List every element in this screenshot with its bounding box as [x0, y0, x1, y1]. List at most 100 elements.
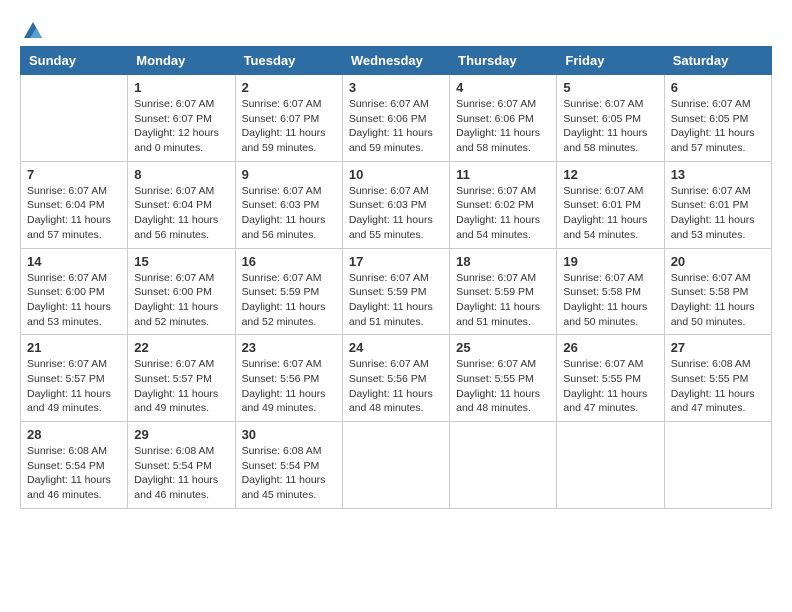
calendar-week-row: 28 Sunrise: 6:08 AMSunset: 5:54 PMDayligh…: [21, 422, 772, 509]
cell-info-text: Sunrise: 6:07 AMSunset: 6:04 PMDaylight:…: [27, 184, 121, 243]
calendar-cell: [450, 422, 557, 509]
weekday-header: Monday: [128, 47, 235, 75]
page-header: [20, 20, 772, 36]
cell-date-number: 19: [563, 254, 657, 269]
calendar-cell: 14 Sunrise: 6:07 AMSunset: 6:00 PMDayligh…: [21, 248, 128, 335]
calendar-cell: 13Sunrise: 6:07 AMSunset: 6:01 PMDayligh…: [664, 161, 771, 248]
cell-date-number: 21: [27, 340, 121, 355]
cell-info-text: Sunrise: 6:07 AMSunset: 6:05 PMDaylight:…: [671, 97, 765, 156]
cell-info-text: Sunrise: 6:07 AMSunset: 6:04 PMDaylight:…: [134, 184, 228, 243]
calendar-cell: 2Sunrise: 6:07 AMSunset: 6:07 PMDaylight…: [235, 75, 342, 162]
cell-date-number: 4: [456, 80, 550, 95]
cell-date-number: 17: [349, 254, 443, 269]
calendar-week-row: 21 Sunrise: 6:07 AMSunset: 5:57 PMDayligh…: [21, 335, 772, 422]
cell-date-number: 9: [242, 167, 336, 182]
cell-info-text: Sunrise: 6:07 AMSunset: 6:00 PMDaylight:…: [27, 271, 121, 330]
calendar-cell: 8 Sunrise: 6:07 AMSunset: 6:04 PMDaylight…: [128, 161, 235, 248]
cell-date-number: 29: [134, 427, 228, 442]
cell-date-number: 26: [563, 340, 657, 355]
weekday-header: Friday: [557, 47, 664, 75]
calendar-cell: 28 Sunrise: 6:08 AMSunset: 5:54 PMDayligh…: [21, 422, 128, 509]
calendar-week-row: 7 Sunrise: 6:07 AMSunset: 6:04 PMDaylight…: [21, 161, 772, 248]
cell-date-number: 23: [242, 340, 336, 355]
cell-date-number: 18: [456, 254, 550, 269]
cell-info-text: Sunrise: 6:07 AMSunset: 5:58 PMDaylight:…: [563, 271, 657, 330]
calendar-cell: 9 Sunrise: 6:07 AMSunset: 6:03 PMDaylight…: [235, 161, 342, 248]
cell-date-number: 11: [456, 167, 550, 182]
calendar-cell: 20 Sunrise: 6:07 AMSunset: 5:58 PMDayligh…: [664, 248, 771, 335]
cell-info-text: Sunrise: 6:07 AMSunset: 5:56 PMDaylight:…: [242, 357, 336, 416]
calendar-cell: 3Sunrise: 6:07 AMSunset: 6:06 PMDaylight…: [342, 75, 449, 162]
cell-date-number: 2: [242, 80, 336, 95]
cell-date-number: 1: [134, 80, 228, 95]
weekday-header: Sunday: [21, 47, 128, 75]
calendar-cell: 29 Sunrise: 6:08 AMSunset: 5:54 PMDayligh…: [128, 422, 235, 509]
calendar-cell: 27Sunrise: 6:08 AMSunset: 5:55 PMDayligh…: [664, 335, 771, 422]
cell-info-text: Sunrise: 6:07 AMSunset: 6:03 PMDaylight:…: [242, 184, 336, 243]
calendar-cell: [557, 422, 664, 509]
cell-info-text: Sunrise: 6:07 AMSunset: 6:00 PMDaylight:…: [134, 271, 228, 330]
cell-info-text: Sunrise: 6:07 AMSunset: 5:59 PMDaylight:…: [349, 271, 443, 330]
cell-info-text: Sunrise: 6:08 AMSunset: 5:54 PMDaylight:…: [27, 444, 121, 503]
weekday-header: Thursday: [450, 47, 557, 75]
cell-info-text: Sunrise: 6:07 AMSunset: 5:58 PMDaylight:…: [671, 271, 765, 330]
cell-date-number: 10: [349, 167, 443, 182]
weekday-header: Tuesday: [235, 47, 342, 75]
calendar-cell: 7 Sunrise: 6:07 AMSunset: 6:04 PMDaylight…: [21, 161, 128, 248]
cell-date-number: 25: [456, 340, 550, 355]
cell-date-number: 28: [27, 427, 121, 442]
calendar-week-row: 1 Sunrise: 6:07 AMSunset: 6:07 PMDaylight…: [21, 75, 772, 162]
cell-info-text: Sunrise: 6:07 AMSunset: 6:01 PMDaylight:…: [671, 184, 765, 243]
calendar-cell: 12Sunrise: 6:07 AMSunset: 6:01 PMDayligh…: [557, 161, 664, 248]
calendar-cell: 5 Sunrise: 6:07 AMSunset: 6:05 PMDaylight…: [557, 75, 664, 162]
cell-date-number: 22: [134, 340, 228, 355]
calendar-cell: 6 Sunrise: 6:07 AMSunset: 6:05 PMDaylight…: [664, 75, 771, 162]
calendar-cell: 25 Sunrise: 6:07 AMSunset: 5:55 PMDayligh…: [450, 335, 557, 422]
calendar-cell: [21, 75, 128, 162]
calendar-header-row: SundayMondayTuesdayWednesdayThursdayFrid…: [21, 47, 772, 75]
calendar-cell: 30 Sunrise: 6:08 AMSunset: 5:54 PMDayligh…: [235, 422, 342, 509]
calendar-cell: 15 Sunrise: 6:07 AMSunset: 6:00 PMDayligh…: [128, 248, 235, 335]
cell-date-number: 3: [349, 80, 443, 95]
cell-date-number: 7: [27, 167, 121, 182]
calendar-cell: 10 Sunrise: 6:07 AMSunset: 6:03 PMDayligh…: [342, 161, 449, 248]
calendar-cell: [664, 422, 771, 509]
cell-date-number: 6: [671, 80, 765, 95]
cell-info-text: Sunrise: 6:08 AMSunset: 5:54 PMDaylight:…: [134, 444, 228, 503]
cell-info-text: Sunrise: 6:07 AMSunset: 5:57 PMDaylight:…: [27, 357, 121, 416]
cell-date-number: 8: [134, 167, 228, 182]
cell-date-number: 5: [563, 80, 657, 95]
calendar-cell: [342, 422, 449, 509]
calendar-cell: 17 Sunrise: 6:07 AMSunset: 5:59 PMDayligh…: [342, 248, 449, 335]
calendar-cell: 23 Sunrise: 6:07 AMSunset: 5:56 PMDayligh…: [235, 335, 342, 422]
cell-date-number: 15: [134, 254, 228, 269]
cell-info-text: Sunrise: 6:07 AMSunset: 5:59 PMDaylight:…: [456, 271, 550, 330]
calendar-cell: 1 Sunrise: 6:07 AMSunset: 6:07 PMDaylight…: [128, 75, 235, 162]
calendar-cell: 11 Sunrise: 6:07 AMSunset: 6:02 PMDayligh…: [450, 161, 557, 248]
cell-info-text: Sunrise: 6:07 AMSunset: 6:02 PMDaylight:…: [456, 184, 550, 243]
calendar-cell: 24 Sunrise: 6:07 AMSunset: 5:56 PMDayligh…: [342, 335, 449, 422]
cell-date-number: 30: [242, 427, 336, 442]
cell-info-text: Sunrise: 6:07 AMSunset: 5:59 PMDaylight:…: [242, 271, 336, 330]
calendar-cell: 4Sunrise: 6:07 AMSunset: 6:06 PMDaylight…: [450, 75, 557, 162]
cell-date-number: 24: [349, 340, 443, 355]
logo-icon: [22, 20, 44, 40]
calendar-cell: 16Sunrise: 6:07 AMSunset: 5:59 PMDayligh…: [235, 248, 342, 335]
cell-info-text: Sunrise: 6:07 AMSunset: 5:56 PMDaylight:…: [349, 357, 443, 416]
cell-info-text: Sunrise: 6:07 AMSunset: 5:55 PMDaylight:…: [456, 357, 550, 416]
cell-info-text: Sunrise: 6:07 AMSunset: 6:03 PMDaylight:…: [349, 184, 443, 243]
cell-date-number: 20: [671, 254, 765, 269]
cell-info-text: Sunrise: 6:07 AMSunset: 5:57 PMDaylight:…: [134, 357, 228, 416]
calendar-table: SundayMondayTuesdayWednesdayThursdayFrid…: [20, 46, 772, 509]
cell-info-text: Sunrise: 6:07 AMSunset: 6:07 PMDaylight:…: [134, 97, 228, 156]
weekday-header: Saturday: [664, 47, 771, 75]
cell-info-text: Sunrise: 6:07 AMSunset: 5:55 PMDaylight:…: [563, 357, 657, 416]
cell-date-number: 14: [27, 254, 121, 269]
cell-info-text: Sunrise: 6:08 AMSunset: 5:54 PMDaylight:…: [242, 444, 336, 503]
calendar-cell: 22 Sunrise: 6:07 AMSunset: 5:57 PMDayligh…: [128, 335, 235, 422]
calendar-cell: 19 Sunrise: 6:07 AMSunset: 5:58 PMDayligh…: [557, 248, 664, 335]
logo: [20, 20, 44, 36]
cell-date-number: 27: [671, 340, 765, 355]
calendar-cell: 21 Sunrise: 6:07 AMSunset: 5:57 PMDayligh…: [21, 335, 128, 422]
cell-info-text: Sunrise: 6:07 AMSunset: 6:05 PMDaylight:…: [563, 97, 657, 156]
